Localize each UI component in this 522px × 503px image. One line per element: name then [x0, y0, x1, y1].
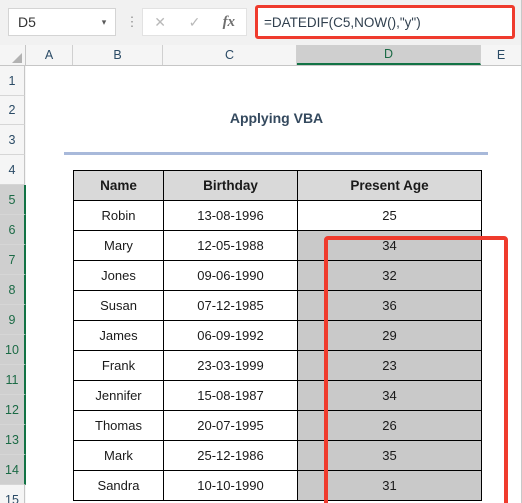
- table-row: Jones 09-06-1990 32: [73, 260, 482, 291]
- table-row: Frank 23-03-1999 23: [73, 350, 482, 381]
- column-header-b[interactable]: B: [73, 45, 163, 65]
- row-header-11[interactable]: 11: [0, 365, 26, 395]
- cell-name[interactable]: Sandra: [73, 470, 164, 501]
- cell-present-age[interactable]: 29: [297, 320, 482, 351]
- column-header-a[interactable]: A: [26, 45, 73, 65]
- row-header-6[interactable]: 6: [0, 215, 26, 245]
- table-row: Sandra 10-10-1990 31: [73, 470, 482, 501]
- row-header-5[interactable]: 5: [0, 185, 26, 215]
- cell-name[interactable]: James: [73, 320, 164, 351]
- row-header-2[interactable]: 2: [0, 96, 25, 125]
- cells-area: Applying VBA Name Birthday Present Age R…: [26, 66, 521, 503]
- select-all-corner[interactable]: [0, 45, 26, 65]
- cell-present-age[interactable]: 34: [297, 230, 482, 261]
- cell-birthday[interactable]: 15-08-1987: [163, 380, 298, 411]
- formula-bar-buttons: ✕ ✓ fx: [142, 8, 247, 36]
- confirm-check-icon[interactable]: ✓: [177, 15, 211, 29]
- cell-birthday[interactable]: 06-09-1992: [163, 320, 298, 351]
- column-header-d[interactable]: D: [297, 45, 481, 65]
- cell-name[interactable]: Mark: [73, 440, 164, 471]
- row-header-13[interactable]: 13: [0, 425, 26, 455]
- table-body: Robin 13-08-1996 25 Mary 12-05-1988 34 Jones 09…: [73, 200, 482, 501]
- column-header-name[interactable]: Name: [73, 170, 164, 201]
- formula-input-highlight: [255, 5, 515, 39]
- cell-birthday[interactable]: 20-07-1995: [163, 410, 298, 441]
- cell-present-age[interactable]: 25: [297, 200, 482, 231]
- cell-name[interactable]: Jones: [73, 260, 164, 291]
- column-header-birthday[interactable]: Birthday: [163, 170, 298, 201]
- row-header-14[interactable]: 14: [0, 455, 26, 485]
- row-header-15[interactable]: 15: [0, 485, 25, 503]
- table-row: Susan 07-12-1985 36: [73, 290, 482, 321]
- cell-birthday[interactable]: 13-08-1996: [163, 200, 298, 231]
- cancel-icon[interactable]: ✕: [143, 15, 177, 29]
- row-header-4[interactable]: 4: [0, 155, 25, 185]
- table-row: Mary 12-05-1988 34: [73, 230, 482, 261]
- cell-present-age[interactable]: 23: [297, 350, 482, 381]
- table-row: Jennifer 15-08-1987 34: [73, 380, 482, 411]
- cell-present-age[interactable]: 36: [297, 290, 482, 321]
- cell-birthday[interactable]: 12-05-1988: [163, 230, 298, 261]
- cell-present-age[interactable]: 34: [297, 380, 482, 411]
- chevron-down-icon[interactable]: ▾: [93, 17, 115, 28]
- cell-name[interactable]: Susan: [73, 290, 164, 321]
- name-box[interactable]: D5 ▾: [8, 8, 116, 36]
- cell-name[interactable]: Jennifer: [73, 380, 164, 411]
- table-row: Robin 13-08-1996 25: [73, 200, 482, 231]
- column-header-present-age[interactable]: Present Age: [297, 170, 482, 201]
- table-row: James 06-09-1992 29: [73, 320, 482, 351]
- column-header-e[interactable]: E: [481, 45, 521, 65]
- formula-input[interactable]: [258, 8, 512, 36]
- page-title: Applying VBA: [229, 110, 324, 126]
- cell-present-age[interactable]: 35: [297, 440, 482, 471]
- insert-function-icon[interactable]: fx: [212, 14, 246, 30]
- row-header-3[interactable]: 3: [0, 125, 25, 155]
- cell-name[interactable]: Robin: [73, 200, 164, 231]
- worksheet-grid: ABCDE 1 2 3 4 5 6 7 8 9 10 11 12 13 14 15 Applying VBA…: [0, 45, 521, 503]
- cell-present-age[interactable]: 32: [297, 260, 482, 291]
- row-header-8[interactable]: 8: [0, 275, 26, 305]
- cell-birthday[interactable]: 07-12-1985: [163, 290, 298, 321]
- cell-name[interactable]: Mary: [73, 230, 164, 261]
- column-headers: ABCDE: [0, 45, 521, 66]
- row-header-7[interactable]: 7: [0, 245, 26, 275]
- row-header-1[interactable]: 1: [0, 66, 25, 96]
- cell-birthday[interactable]: 23-03-1999: [163, 350, 298, 381]
- cell-name[interactable]: Frank: [73, 350, 164, 381]
- row-header-9[interactable]: 9: [0, 305, 26, 335]
- cell-birthday[interactable]: 10-10-1990: [163, 470, 298, 501]
- name-box-value: D5: [18, 14, 36, 30]
- title-underline-rule: [64, 152, 488, 155]
- cell-present-age[interactable]: 31: [297, 470, 482, 501]
- formula-bar: D5 ▾ ⋮ ✕ ✓ fx: [0, 0, 521, 45]
- row-header-12[interactable]: 12: [0, 395, 26, 425]
- table-header-row: Name Birthday Present Age: [73, 170, 482, 201]
- column-header-c[interactable]: C: [163, 45, 297, 65]
- data-table: Name Birthday Present Age Robin 13-08-199…: [73, 170, 482, 501]
- cell-birthday[interactable]: 25-12-1986: [163, 440, 298, 471]
- excel-worksheet-screenshot: D5 ▾ ⋮ ✕ ✓ fx ABCDE 12345678910111213141…: [0, 0, 522, 503]
- more-options-icon[interactable]: ⋮: [124, 8, 140, 36]
- table-row: Mark 25-12-1986 35: [73, 440, 482, 471]
- row-header-10[interactable]: 10: [0, 335, 26, 365]
- row-headers: 1 2 3 4 5 6 7 8 9 10 11 12 13 14 15: [0, 66, 26, 503]
- cell-birthday[interactable]: 09-06-1990: [163, 260, 298, 291]
- cell-present-age[interactable]: 26: [297, 410, 482, 441]
- table-row: Thomas 20-07-1995 26: [73, 410, 482, 441]
- select-all-triangle-icon: [12, 53, 22, 63]
- cell-name[interactable]: Thomas: [73, 410, 164, 441]
